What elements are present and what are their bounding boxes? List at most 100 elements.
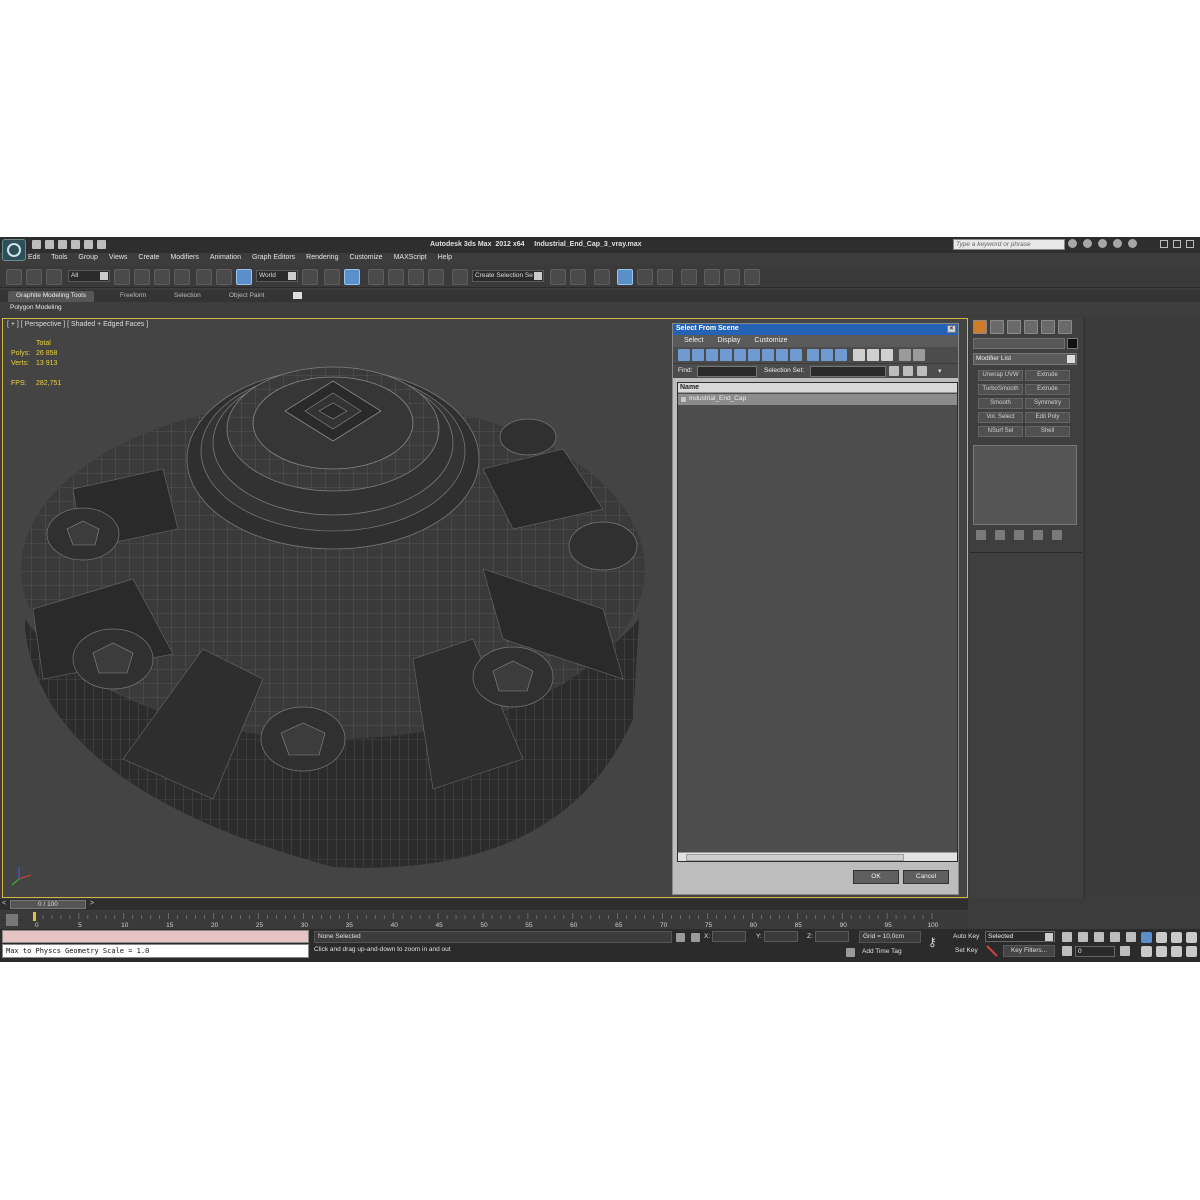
tab-graphite-modeling-tools[interactable]: Graphite Modeling Tools	[8, 291, 94, 302]
x-coordinate-field[interactable]	[712, 931, 746, 942]
material-editor-icon[interactable]	[681, 269, 697, 285]
display-bones-icon[interactable]	[790, 349, 802, 361]
tab-selection[interactable]: Selection	[166, 291, 209, 302]
display-hidden-icon[interactable]	[835, 349, 847, 361]
favorites-star-icon[interactable]	[1113, 239, 1122, 248]
app-logo-icon[interactable]	[2, 239, 26, 261]
tab-object-paint[interactable]: Object Paint	[221, 291, 272, 302]
new-file-icon[interactable]	[32, 240, 41, 249]
options-chevron-icon[interactable]: ▾	[938, 367, 942, 375]
display-cameras-icon[interactable]	[720, 349, 732, 361]
invert-selection-icon[interactable]	[881, 349, 893, 361]
modifier-smooth-button[interactable]: Smooth	[978, 398, 1023, 409]
zoom-icon[interactable]	[1141, 932, 1152, 943]
previous-frame-icon[interactable]	[1078, 932, 1088, 942]
zoom-extents-all-icon[interactable]	[1186, 932, 1197, 943]
dialog-menu-customize[interactable]: Customize	[754, 337, 787, 347]
bind-space-warp-icon[interactable]	[46, 269, 62, 285]
align-icon[interactable]	[570, 269, 586, 285]
cancel-button[interactable]: Cancel	[903, 870, 949, 884]
modifier-shell-button[interactable]: Shell	[1025, 426, 1070, 437]
modifier-edit-poly-button[interactable]: Edit Poly	[1025, 412, 1070, 423]
menu-maxscript[interactable]: MAXScript	[394, 254, 427, 266]
display-xrefs-icon[interactable]	[776, 349, 788, 361]
modifier-extrude-2-button[interactable]: Extrude	[1025, 384, 1070, 395]
selection-filter-dropdown[interactable]: All	[68, 270, 110, 282]
orbit-icon[interactable]	[1171, 946, 1182, 957]
display-groups-icon[interactable]	[762, 349, 774, 361]
menu-animation[interactable]: Animation	[210, 254, 241, 266]
time-configuration-icon[interactable]	[1120, 946, 1130, 956]
z-coordinate-field[interactable]	[815, 931, 849, 942]
key-mode-dropdown[interactable]: Selected	[985, 931, 1055, 942]
maxscript-listener-input[interactable]	[2, 930, 309, 943]
help-icon[interactable]	[1128, 239, 1137, 248]
communication-icon[interactable]	[1098, 239, 1107, 248]
mirror-icon[interactable]	[550, 269, 566, 285]
select-none-icon[interactable]	[867, 349, 879, 361]
modifier-symmetry-button[interactable]: Symmetry	[1025, 398, 1070, 409]
binoculars-icon[interactable]	[1068, 239, 1077, 248]
help-search-input[interactable]: Type a keyword or phrase	[953, 239, 1065, 250]
display-shapes-icon[interactable]	[692, 349, 704, 361]
spinner-snap-icon[interactable]	[428, 269, 444, 285]
maximize-viewport-icon[interactable]	[1186, 946, 1197, 957]
menu-edit[interactable]: Edit	[28, 254, 40, 266]
absolute-mode-icon[interactable]	[691, 933, 700, 942]
move-icon[interactable]	[196, 269, 212, 285]
save-file-icon[interactable]	[58, 240, 67, 249]
select-manipulate-icon[interactable]	[324, 269, 340, 285]
menu-customize[interactable]: Customize	[349, 254, 382, 266]
menu-modifiers[interactable]: Modifiers	[170, 254, 198, 266]
subscription-icon[interactable]	[1083, 239, 1092, 248]
menu-help[interactable]: Help	[438, 254, 452, 266]
object-color-swatch[interactable]	[1067, 338, 1078, 349]
key-icon[interactable]: ⚷	[928, 935, 937, 949]
percent-snap-icon[interactable]	[408, 269, 424, 285]
time-slider-prev-button[interactable]: <	[2, 900, 6, 907]
reference-coord-dropdown[interactable]: World	[256, 270, 298, 282]
rendered-frame-window-icon[interactable]	[724, 269, 740, 285]
field-of-view-icon[interactable]	[1141, 946, 1152, 957]
set-key-button[interactable]: Set Key	[955, 947, 978, 954]
add-time-tag-button[interactable]: Add Time Tag	[862, 948, 902, 955]
minimize-button[interactable]	[1160, 240, 1168, 248]
menu-graph-editors[interactable]: Graph Editors	[252, 254, 295, 266]
modifier-extrude-button[interactable]: Extrude	[1025, 370, 1070, 381]
ribbon-options-icon[interactable]	[293, 292, 302, 299]
key-mode-toggle-icon[interactable]	[1062, 946, 1072, 956]
current-frame-field[interactable]: 0	[1075, 946, 1115, 957]
scale-icon[interactable]	[236, 269, 252, 285]
list-item[interactable]: Industrial_End_Cap	[678, 394, 957, 405]
menu-create[interactable]: Create	[138, 254, 159, 266]
time-slider-next-button[interactable]: >	[90, 900, 94, 907]
track-bar[interactable]: 0 5 10 15 20 25 30 35 40 45 50 55 60 65 70 75 80 85 90 95 10…	[0, 911, 968, 929]
find-input[interactable]	[697, 366, 757, 377]
display-geometry-icon[interactable]	[678, 349, 690, 361]
rectangle-selection-icon[interactable]	[154, 269, 170, 285]
modifier-vol-select-button[interactable]: Vol. Select	[978, 412, 1023, 423]
undo-icon[interactable]	[71, 240, 80, 249]
keyboard-shortcut-override-icon[interactable]	[344, 269, 360, 285]
project-folder-icon[interactable]	[97, 240, 106, 249]
object-name-field[interactable]	[973, 338, 1065, 349]
curve-editor-icon[interactable]	[637, 269, 653, 285]
restore-button[interactable]	[1173, 240, 1181, 248]
utilities-tab-icon[interactable]	[1058, 320, 1072, 334]
redo-icon[interactable]	[84, 240, 93, 249]
select-influences-icon[interactable]	[917, 366, 927, 376]
named-selection-dropdown[interactable]: Create Selection Se	[472, 270, 544, 282]
motion-tab-icon[interactable]	[1024, 320, 1038, 334]
play-icon[interactable]	[1094, 932, 1104, 942]
display-space-warps-icon[interactable]	[748, 349, 760, 361]
zoom-extents-icon[interactable]	[1171, 932, 1182, 943]
modifier-turbosmooth-button[interactable]: TurboSmooth	[978, 384, 1023, 395]
unlink-icon[interactable]	[26, 269, 42, 285]
edit-named-selection-icon[interactable]	[452, 269, 468, 285]
modifier-stack[interactable]	[973, 445, 1077, 525]
modifier-nsurf-sel-button[interactable]: NSurf Sel	[978, 426, 1023, 437]
configure-modifier-sets-icon[interactable]	[1052, 530, 1062, 540]
current-frame-marker[interactable]	[33, 912, 36, 921]
select-object-icon[interactable]	[114, 269, 130, 285]
close-button[interactable]	[1186, 240, 1194, 248]
